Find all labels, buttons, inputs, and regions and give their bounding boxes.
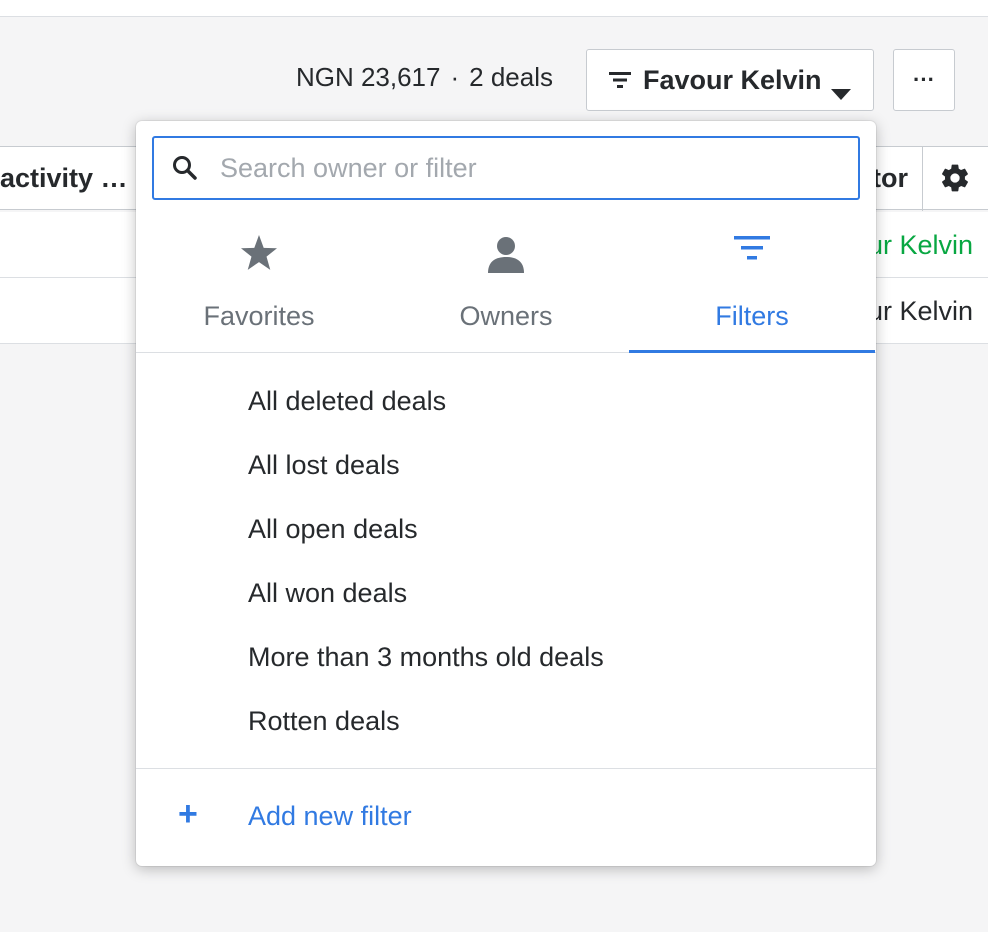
add-new-filter-label: Add new filter <box>248 801 412 831</box>
filter-icon <box>629 235 875 261</box>
popover-tabs: Favorites Owners Filters <box>136 221 876 353</box>
owner-filter-button[interactable]: Favour Kelvin <box>586 49 874 111</box>
filter-icon <box>609 72 631 88</box>
filter-item[interactable]: All deleted deals <box>136 369 876 433</box>
filter-list: All deleted deals All lost deals All ope… <box>136 369 876 753</box>
deals-page: NGN 23,617 · 2 deals Favour Kelvin ··· act… <box>0 0 988 932</box>
popover-footer: + Add new filter <box>136 768 876 866</box>
deals-total-amount: NGN 23,617 <box>295 62 441 92</box>
column-header-creator[interactable]: tor <box>872 163 908 194</box>
filter-item[interactable]: All lost deals <box>136 433 876 497</box>
tab-filters-label: Filters <box>715 301 789 331</box>
filter-item[interactable]: All won deals <box>136 561 876 625</box>
summary-separator: · <box>450 62 460 92</box>
search-input[interactable] <box>218 151 822 185</box>
add-new-filter-button[interactable]: + Add new filter <box>136 769 876 866</box>
tab-favorites[interactable]: Favorites <box>136 221 382 353</box>
owner-filter-popover: Favorites Owners <box>136 121 876 866</box>
tab-filters[interactable]: Filters <box>629 221 875 353</box>
column-header-activity[interactable]: activity … <box>0 163 128 194</box>
search-box[interactable] <box>152 136 860 200</box>
tab-owners[interactable]: Owners <box>383 221 629 353</box>
tab-favorites-label: Favorites <box>203 301 315 331</box>
tab-owners-label: Owners <box>459 301 553 331</box>
more-icon: ··· <box>913 67 935 92</box>
row-owner-text: ur Kelvin <box>868 296 974 326</box>
row-owner-link[interactable]: ur Kelvin <box>868 230 973 261</box>
deals-count: 2 deals <box>469 62 553 92</box>
search-icon <box>172 155 198 181</box>
star-icon <box>136 235 382 271</box>
plus-icon: + <box>178 795 198 833</box>
gear-icon[interactable] <box>939 162 971 199</box>
filter-item[interactable]: All open deals <box>136 497 876 561</box>
filter-item[interactable]: More than 3 months old deals <box>136 625 876 689</box>
top-header-strip <box>0 0 988 17</box>
filter-item[interactable]: Rotten deals <box>136 689 876 753</box>
person-icon <box>383 235 629 275</box>
caret-down-icon <box>831 76 851 107</box>
deals-summary: NGN 23,617 · 2 deals <box>296 62 553 93</box>
owner-filter-label: Favour Kelvin <box>643 64 822 95</box>
more-actions-button[interactable]: ··· <box>893 49 955 111</box>
column-divider <box>922 147 923 211</box>
